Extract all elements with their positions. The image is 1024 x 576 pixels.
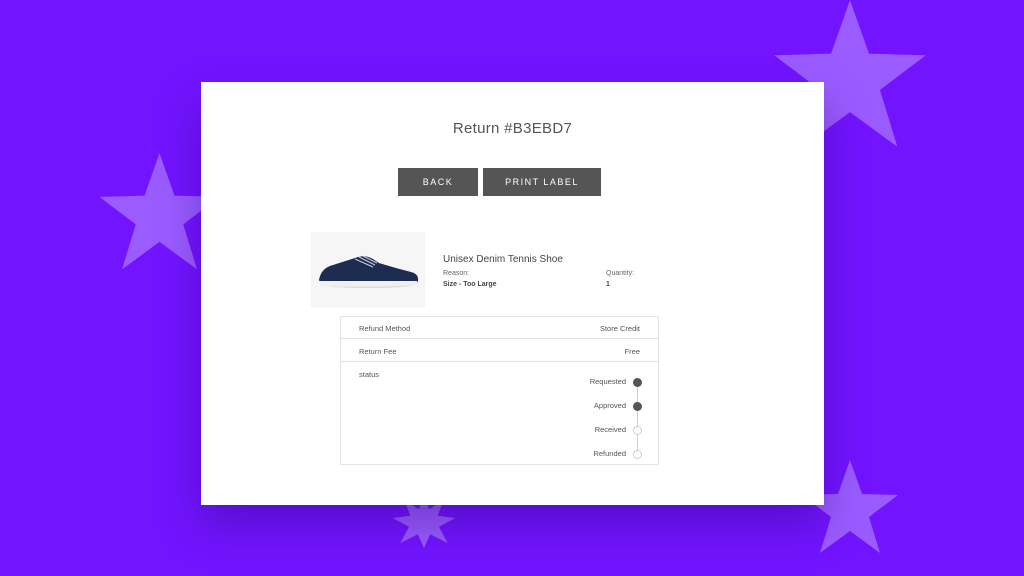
status-step-refunded: Refunded <box>593 449 626 458</box>
reason-label: Reason: <box>443 270 470 277</box>
return-fee-row: Return Fee Free <box>341 340 658 362</box>
timeline-dot-icon <box>633 402 642 411</box>
status-step-received: Received <box>594 425 626 434</box>
status-step-requested: Requested <box>589 377 626 386</box>
return-fee-value: Free <box>624 347 640 356</box>
refund-method-label: Refund Method <box>359 324 411 333</box>
status-timeline-line <box>637 383 638 455</box>
refund-method-row: Refund Method Store Credit <box>341 317 658 339</box>
timeline-dot-icon <box>633 378 642 387</box>
refund-method-value: Store Credit <box>599 324 640 333</box>
status-label: status <box>359 370 380 379</box>
quantity-label: Quantity: <box>606 270 635 277</box>
return-fee-label: Return Fee <box>359 347 397 356</box>
print-label-button[interactable]: PRINT LABEL <box>483 168 601 196</box>
status-step-approved: Approved <box>593 401 626 410</box>
page-title: Return #B3EBD7 <box>452 120 573 137</box>
shoe-image <box>311 232 425 308</box>
return-details: Refund Method Store Credit Return Fee Fr… <box>340 316 659 465</box>
quantity-value: 1 <box>606 281 610 288</box>
return-card: Return #B3EBD7 BACK PRINT LABEL Unisex D… <box>201 82 824 505</box>
reason-value: Size - Too Large <box>443 281 497 288</box>
back-button[interactable]: BACK <box>398 168 478 196</box>
timeline-dot-icon <box>633 450 642 459</box>
product-name: Unisex Denim Tennis Shoe <box>443 254 563 265</box>
timeline-dot-icon <box>633 426 642 435</box>
